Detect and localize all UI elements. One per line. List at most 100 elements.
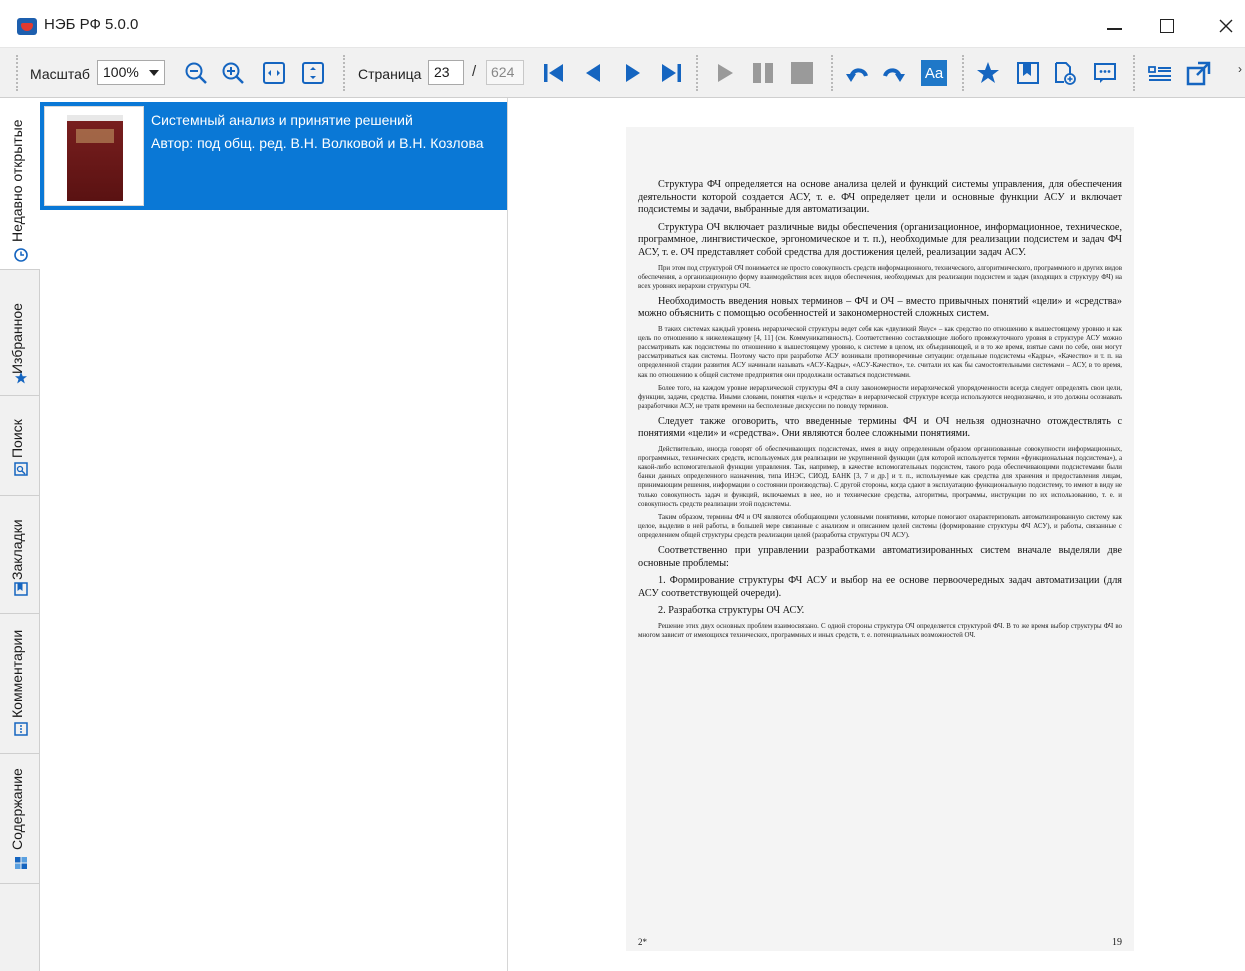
zoom-out-icon [185, 62, 207, 84]
tab-favorites[interactable]: Избранное [0, 270, 40, 396]
minimize-button[interactable] [1094, 10, 1134, 42]
page-number-input[interactable]: 23 [428, 60, 464, 85]
close-icon [1219, 19, 1233, 33]
rotate-left-icon [846, 68, 868, 82]
toolbar-separator [1133, 55, 1135, 91]
recent-document-author: Автор: под общ. ред. В.Н. Волковой и В.Н… [151, 135, 484, 151]
comment-icon [14, 722, 28, 736]
document-page: Структура ФЧ определяется на основе анал… [626, 127, 1134, 951]
page-paragraph: Структура ФЧ определяется на основе анал… [638, 179, 1122, 216]
book-cover-thumbnail [44, 106, 144, 206]
page-paragraph: Более того, на каждом уровне иерархическ… [638, 384, 1122, 410]
pause-button[interactable] [750, 60, 776, 86]
page-text-block: Структура ФЧ определяется на основе анал… [638, 179, 1122, 640]
app-logo-icon [17, 18, 37, 35]
star-icon [977, 62, 999, 83]
tab-favorites-label: Избранное [9, 303, 25, 374]
page-paragraph: При этом под структурой ОЧ понимается не… [638, 264, 1122, 290]
next-page-button[interactable] [619, 60, 645, 86]
minimize-icon [1106, 28, 1122, 30]
add-note-icon [1055, 62, 1076, 85]
zoom-value: 100% [103, 64, 139, 80]
arrow-left-icon [586, 64, 600, 82]
page-number-printed: 19 [1112, 937, 1122, 948]
bookmark-icon [1017, 62, 1039, 84]
play-button[interactable] [712, 60, 738, 86]
fit-height-button[interactable] [300, 60, 326, 86]
last-page-button[interactable] [658, 60, 684, 86]
play-icon [718, 64, 733, 82]
first-page-button[interactable] [541, 60, 567, 86]
zoom-label: Масштаб [30, 66, 90, 82]
toolbar-overflow-icon[interactable]: › [1238, 62, 1242, 76]
page-paragraph: Таким образом, термины ФЧ и ОЧ являются … [638, 513, 1122, 539]
add-comment-button[interactable] [1092, 60, 1118, 86]
add-bookmark-button[interactable] [1015, 60, 1041, 86]
tab-comments[interactable]: Комментарии [0, 614, 40, 754]
tab-contents-label: Содержание [9, 768, 25, 850]
tab-recent[interactable]: Недавно открытые [0, 98, 41, 270]
document-viewer[interactable]: Структура ФЧ определяется на основе анал… [509, 98, 1245, 971]
recent-document-title: Системный анализ и принятие решений [151, 112, 413, 128]
tab-search[interactable]: Поиск [0, 396, 40, 496]
title-bar: НЭБ РФ 5.0.0 [0, 0, 1245, 48]
maximize-icon [1160, 19, 1174, 33]
zoom-out-button[interactable] [183, 60, 209, 86]
tab-comments-label: Комментарии [9, 629, 25, 718]
page-paragraph: Решение этих двух основных проблем взаим… [638, 622, 1122, 640]
tab-bookmarks-label: Закладки [9, 519, 25, 580]
text-mode-toggle[interactable]: Aa [921, 60, 947, 86]
page-paragraph: Действительно, иногда говорят об обеспеч… [638, 446, 1122, 508]
page-paragraph: Следует также оговорить, что введенные т… [638, 415, 1122, 440]
recent-document-item[interactable]: Системный анализ и принятие решений Авто… [40, 102, 507, 210]
zoom-in-button[interactable] [220, 60, 246, 86]
toolbar-separator [962, 55, 964, 91]
toolbar: Масштаб 100% Страница 23 / 624 Aa › [0, 48, 1245, 98]
toolbar-separator [696, 55, 698, 91]
close-button[interactable] [1206, 10, 1245, 42]
fit-width-button[interactable] [261, 60, 287, 86]
first-page-icon [544, 64, 563, 82]
zoom-select[interactable]: 100% [97, 60, 165, 85]
previous-page-button[interactable] [581, 60, 607, 86]
pause-icon [753, 63, 773, 83]
tab-bookmarks[interactable]: Закладки [0, 496, 40, 614]
page-total: 624 [486, 60, 524, 85]
list-icon [1148, 66, 1171, 81]
toolbar-separator [16, 55, 18, 91]
comment-icon [1094, 63, 1116, 83]
table-of-contents-button[interactable] [1147, 60, 1173, 86]
arrow-right-icon [626, 64, 640, 82]
page-paragraph: 1. Формирование структуры ФЧ АСУ и выбор… [638, 575, 1122, 599]
stop-button[interactable] [789, 60, 815, 86]
zoom-in-icon [222, 62, 244, 84]
add-note-button[interactable] [1052, 60, 1078, 86]
page-paragraph: 2. Разработка структуры ОЧ АСУ. [658, 605, 805, 617]
fit-height-icon [302, 62, 324, 84]
clock-icon [14, 248, 28, 262]
tab-contents[interactable]: Содержание [0, 754, 40, 884]
page-paragraph: Соответственно при управлении разработка… [638, 545, 1122, 569]
page-label: Страница [358, 66, 422, 82]
recent-documents-panel: Системный анализ и принятие решений Авто… [40, 98, 508, 971]
search-icon [14, 462, 28, 476]
window-title: НЭБ РФ 5.0.0 [44, 16, 139, 33]
page-paragraph: В таких системах каждый уровень иерархич… [638, 326, 1122, 379]
page-separator: / [472, 63, 477, 80]
tab-recent-label: Недавно открытые [9, 119, 25, 242]
bookmark-icon [14, 582, 28, 596]
rotate-right-button[interactable] [881, 60, 907, 86]
chevron-down-icon [149, 70, 159, 76]
stop-icon [791, 62, 813, 84]
page-paragraph: Структура ОЧ включает различные виды обе… [638, 221, 1122, 258]
maximize-button[interactable] [1147, 10, 1187, 42]
sidebar-tab-strip: Недавно открытые Избранное Поиск Закладк… [0, 98, 41, 971]
open-external-button[interactable] [1186, 60, 1212, 86]
rotate-right-icon [883, 68, 905, 82]
toolbar-separator [831, 55, 833, 91]
book-cover-image [67, 115, 123, 201]
rotate-left-button[interactable] [844, 60, 870, 86]
last-page-icon [662, 64, 681, 82]
add-favorite-button[interactable] [975, 60, 1001, 86]
page-signature-mark: 2* [638, 937, 647, 947]
